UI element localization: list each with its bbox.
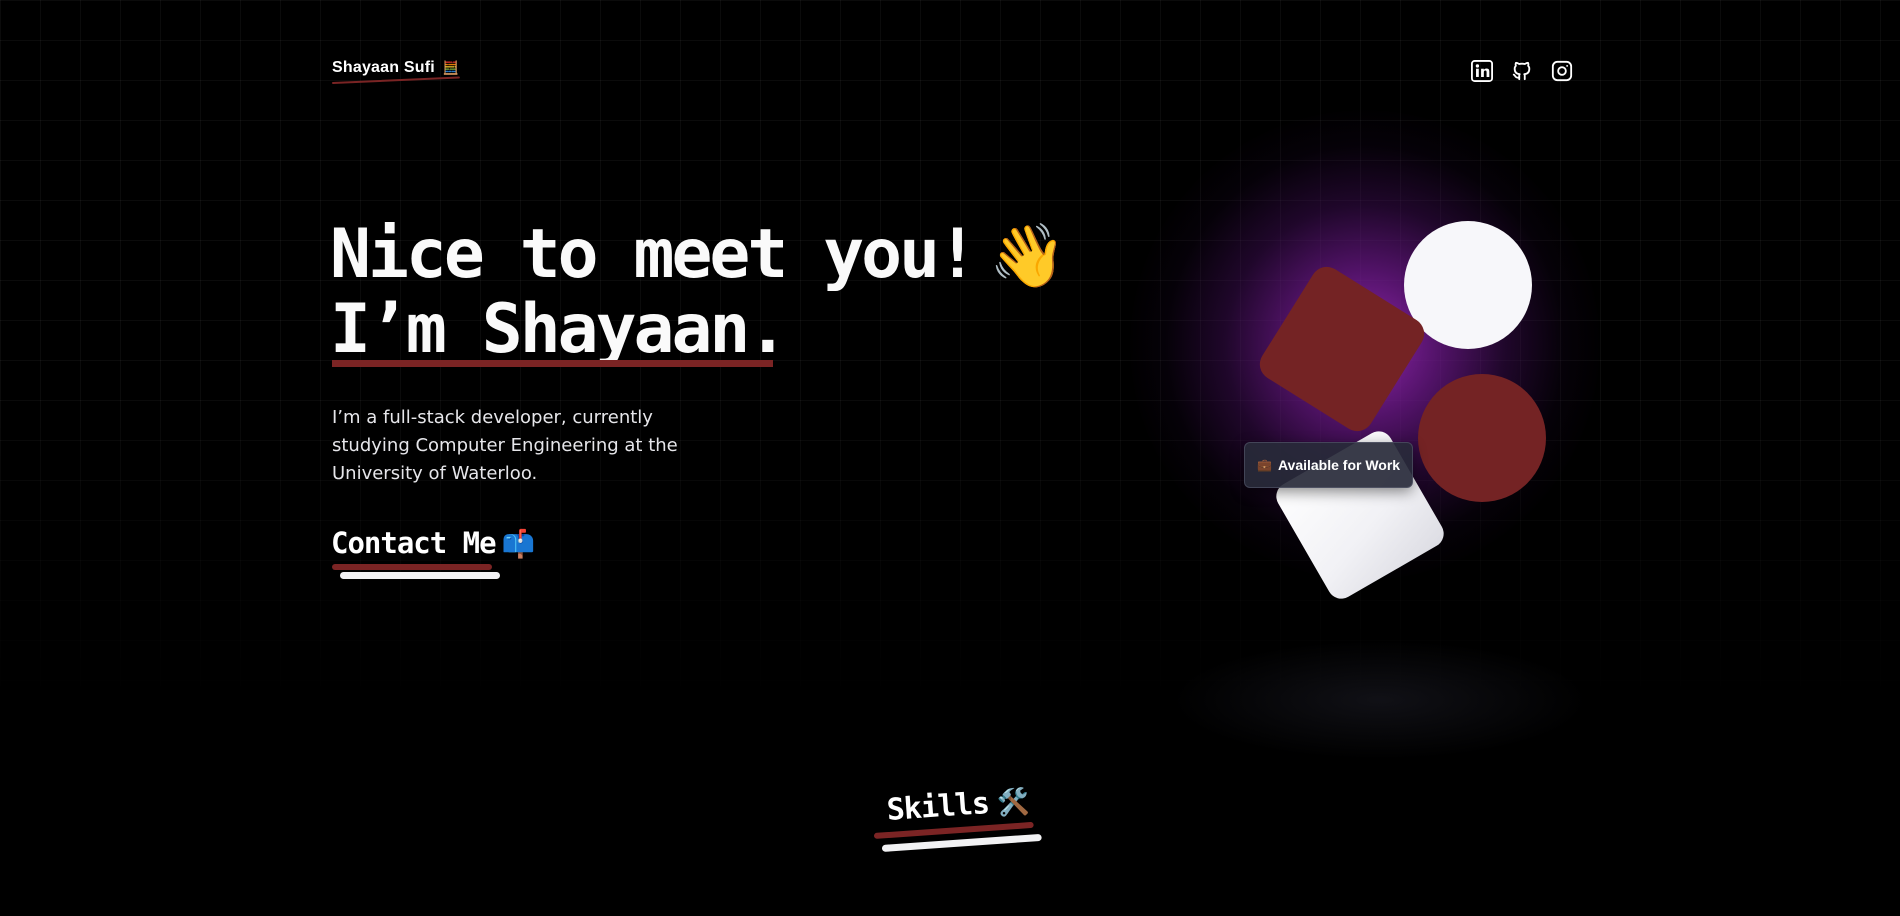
- badge-label: Available for Work: [1277, 457, 1401, 473]
- name-underline: [332, 360, 773, 367]
- hero-headline: Nice to meet you! 👋 I’m Shayaan.: [330, 218, 1066, 367]
- skills-heading: Skills 🛠️: [886, 783, 1031, 828]
- contact-label: Contact Me: [331, 526, 497, 560]
- headline-line-1: Nice to meet you! 👋: [330, 218, 1066, 293]
- red-circle-shape: [1418, 374, 1546, 502]
- github-link[interactable]: [1511, 60, 1533, 82]
- intro-paragraph: I’m a full-stack developer, currently st…: [332, 407, 678, 484]
- headline-greeting: Nice to meet you!: [330, 215, 978, 294]
- briefcase-icon: 💼: [1257, 458, 1272, 472]
- shape-shadow: [1170, 640, 1590, 760]
- contact-underline-red: [332, 564, 492, 570]
- portfolio-page: Shayaan Sufi 🧮 Nice to meet you! 👋 I’m S…: [0, 0, 1900, 916]
- waving-hand-icon: 👋: [988, 219, 1067, 292]
- tools-icon: 🛠️: [995, 787, 1031, 820]
- abacus-icon: 🧮: [442, 60, 459, 75]
- brand-logo-link[interactable]: Shayaan Sufi 🧮: [332, 59, 459, 77]
- skills-title: Skills: [885, 785, 991, 828]
- contact-me-link[interactable]: Contact Me 📫: [331, 526, 535, 560]
- github-icon: [1511, 60, 1533, 82]
- brand-name: Shayaan Sufi: [332, 59, 435, 76]
- instagram-link[interactable]: [1551, 60, 1573, 82]
- contact-underline-white: [340, 572, 500, 579]
- available-for-work-badge: 💼 Available for Work: [1244, 442, 1414, 488]
- linkedin-link[interactable]: [1471, 60, 1493, 82]
- mailbox-icon: 📫: [501, 529, 536, 560]
- headline-line-2: I’m Shayaan.: [330, 290, 788, 369]
- linkedin-icon: [1471, 60, 1493, 82]
- instagram-icon: [1551, 60, 1573, 82]
